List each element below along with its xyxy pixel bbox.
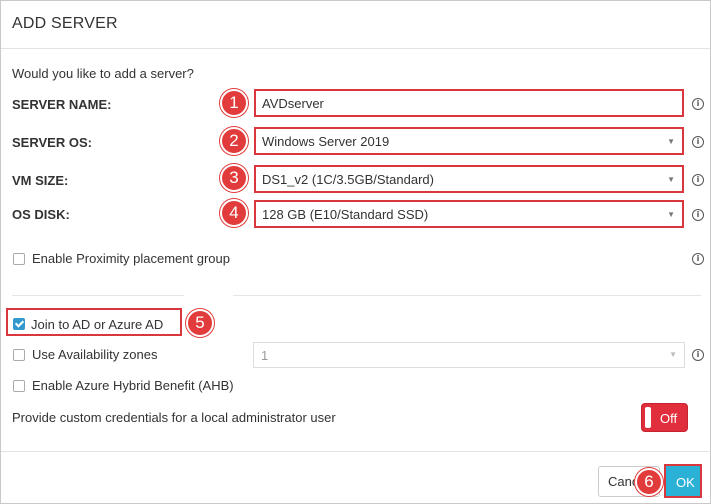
server-name-input[interactable]: AVDserver	[254, 89, 684, 117]
step-badge-4: 4	[220, 199, 248, 227]
step-badge-5: 5	[186, 309, 214, 337]
credentials-label: Provide custom credentials for a local a…	[12, 410, 336, 425]
caret-down-icon: ▼	[667, 137, 675, 146]
proximity-label: Enable Proximity placement group	[32, 251, 230, 266]
add-server-dialog: ADD SERVER Would you like to add a serve…	[0, 0, 711, 504]
availability-zone-select[interactable]: 1 ▼	[253, 342, 685, 368]
credentials-toggle[interactable]: Off	[641, 403, 688, 432]
info-icon[interactable]: i	[692, 253, 704, 265]
os-disk-label: OS DISK:	[12, 207, 70, 222]
toggle-state-text: Off	[660, 411, 678, 426]
ahb-label: Enable Azure Hybrid Benefit (AHB)	[32, 378, 234, 393]
step-badge-6: 6	[635, 468, 663, 496]
dialog-prompt: Would you like to add a server?	[12, 66, 194, 81]
info-icon[interactable]: i	[692, 209, 704, 221]
footer-divider	[1, 451, 710, 452]
os-disk-select[interactable]: 128 GB (E10/Standard SSD) ▼	[254, 200, 684, 228]
info-icon[interactable]: i	[692, 174, 704, 186]
caret-down-icon: ▼	[667, 210, 675, 219]
caret-down-icon: ▼	[667, 175, 675, 184]
dialog-header: ADD SERVER	[1, 1, 710, 49]
vm-size-value: DS1_v2 (1C/3.5GB/Standard)	[262, 172, 434, 187]
server-name-label: SERVER NAME:	[12, 97, 112, 112]
vm-size-label: VM SIZE:	[12, 173, 69, 188]
caret-down-icon: ▼	[669, 350, 677, 359]
info-icon[interactable]: i	[692, 98, 704, 110]
step-badge-2: 2	[220, 127, 248, 155]
ok-button-label: OK	[676, 475, 695, 490]
availability-zones-checkbox[interactable]	[13, 349, 25, 361]
toggle-knob	[645, 407, 651, 428]
dialog-title: ADD SERVER	[12, 15, 118, 32]
server-os-label: SERVER OS:	[12, 135, 92, 150]
divider-gap	[184, 295, 233, 296]
server-name-value: AVDserver	[262, 96, 324, 111]
ahb-checkbox[interactable]	[13, 380, 25, 392]
info-icon[interactable]: i	[692, 349, 704, 361]
ok-button[interactable]: OK	[664, 464, 702, 498]
proximity-checkbox[interactable]	[13, 253, 25, 265]
join-ad-checkbox[interactable]	[13, 318, 25, 330]
step-badge-3: 3	[220, 164, 248, 192]
server-os-select[interactable]: Windows Server 2019 ▼	[254, 127, 684, 155]
availability-zone-value: 1	[261, 348, 269, 363]
vm-size-select[interactable]: DS1_v2 (1C/3.5GB/Standard) ▼	[254, 165, 684, 193]
availability-zones-label: Use Availability zones	[32, 347, 158, 362]
os-disk-value: 128 GB (E10/Standard SSD)	[262, 207, 429, 222]
step-badge-1: 1	[220, 89, 248, 117]
join-ad-label: Join to AD or Azure AD	[31, 317, 164, 332]
info-icon[interactable]: i	[692, 136, 704, 148]
server-os-value: Windows Server 2019	[262, 134, 390, 149]
section-divider	[12, 295, 701, 296]
